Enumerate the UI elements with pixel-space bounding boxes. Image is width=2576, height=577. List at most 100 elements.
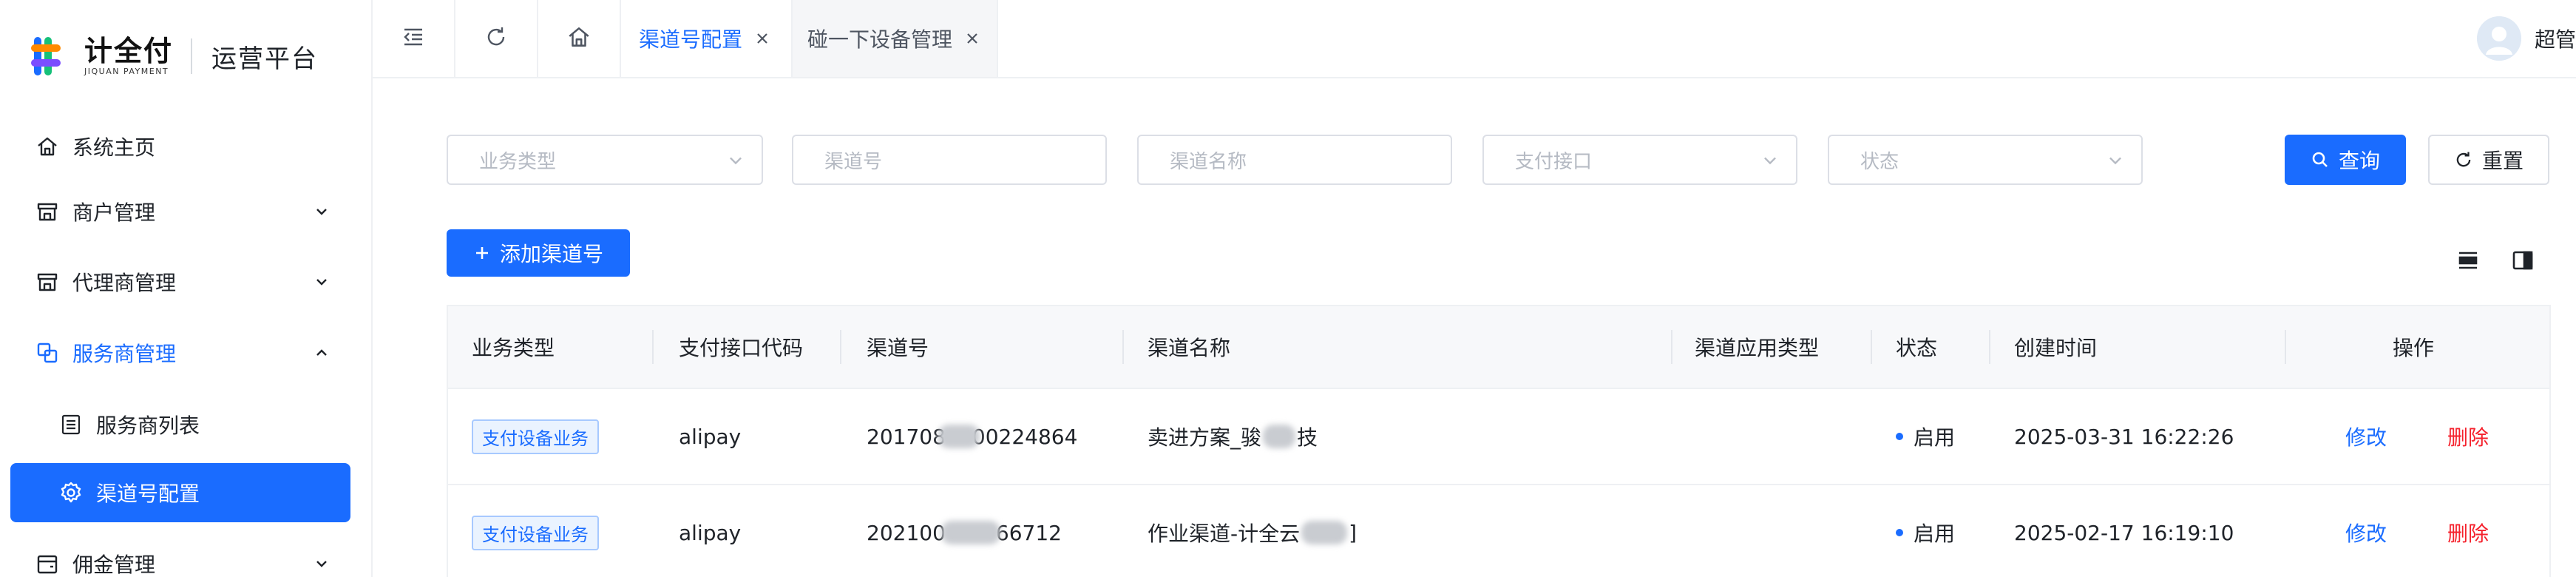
density-icon[interactable] bbox=[2453, 246, 2483, 275]
brand-name-en: JIQUAN PAYMENT bbox=[84, 67, 169, 76]
column-header: 业务类型 bbox=[472, 336, 555, 360]
tab-bar: 渠道号配置 碰一下设备管理 超管 bbox=[373, 0, 2576, 78]
select-placeholder: 支付接口 bbox=[1515, 150, 1593, 173]
search-button[interactable]: 查询 bbox=[2285, 135, 2406, 185]
logo[interactable]: 计全付 JIQUAN PAYMENT 运营平台 bbox=[30, 30, 318, 83]
sidebar-item-service-provider[interactable]: 服务商管理 bbox=[10, 323, 350, 382]
gear-icon bbox=[56, 478, 86, 507]
user-menu[interactable]: 超管 bbox=[2476, 0, 2576, 77]
sidebar-item-provider-list[interactable]: 服务商列表 bbox=[10, 395, 350, 454]
tab-label: 渠道号配置 bbox=[639, 27, 743, 52]
column-divider bbox=[2285, 330, 2286, 364]
sidebar-item-label: 服务商管理 bbox=[72, 342, 177, 366]
edit-link[interactable]: 修改 bbox=[2345, 485, 2387, 577]
sidebar-item-label: 服务商列表 bbox=[96, 414, 200, 438]
sidebar-item-label: 系统主页 bbox=[72, 135, 156, 160]
column-divider bbox=[652, 330, 654, 364]
redacted-text bbox=[940, 521, 1000, 544]
layers-icon bbox=[33, 338, 62, 368]
sidebar-item-commission[interactable]: 佣金管理 bbox=[10, 534, 350, 577]
business-type-tag: 支付设备业务 bbox=[472, 419, 599, 454]
refresh-button[interactable] bbox=[455, 0, 538, 77]
tab-device-management[interactable]: 碰一下设备管理 bbox=[791, 0, 999, 77]
status-select[interactable]: 状态 bbox=[1828, 135, 2143, 185]
sidebar-item-label: 渠道号配置 bbox=[96, 482, 200, 506]
table-row: 支付设备业务 alipay 202100 66712 作业渠道-计全云 ] 启用… bbox=[448, 485, 2549, 577]
edit-link[interactable]: 修改 bbox=[2345, 389, 2387, 484]
column-divider bbox=[1671, 330, 1672, 364]
column-settings-icon[interactable] bbox=[2508, 246, 2538, 275]
channel-table: 业务类型 支付接口代码 渠道号 渠道名称 渠道应用类型 状态 创建时间 操作 支… bbox=[447, 305, 2551, 577]
channel-name-input[interactable]: 渠道名称 bbox=[1137, 135, 1452, 185]
add-channel-label: 添加渠道号 bbox=[499, 242, 603, 266]
redacted-text bbox=[1263, 425, 1296, 448]
store-icon bbox=[33, 267, 62, 297]
status-dot bbox=[1896, 529, 1903, 536]
reset-button-label: 重置 bbox=[2481, 149, 2524, 173]
home-icon bbox=[33, 132, 62, 161]
sidebar: 计全付 JIQUAN PAYMENT 运营平台 系统主页 商户管理 代理商管理 bbox=[0, 0, 373, 577]
channel-name-cell: 作业渠道-计全云 ] bbox=[1148, 485, 1357, 577]
select-placeholder: 业务类型 bbox=[479, 150, 557, 173]
sidebar-item-agent[interactable]: 代理商管理 bbox=[10, 252, 350, 311]
sidebar-item-label: 商户管理 bbox=[72, 200, 156, 225]
sidebar-item-channel-config[interactable]: 渠道号配置 bbox=[10, 463, 350, 522]
user-name: 超管 bbox=[2534, 27, 2576, 52]
home-tab-button[interactable] bbox=[538, 0, 621, 77]
jiquan-logo-icon bbox=[30, 33, 77, 80]
column-header: 创建时间 bbox=[2014, 336, 2098, 360]
channel-name-prefix: 作业渠道-计全云 bbox=[1148, 522, 1301, 546]
status-text: 启用 bbox=[1914, 522, 1956, 546]
home-icon bbox=[566, 24, 592, 53]
sidebar-item-home[interactable]: 系统主页 bbox=[10, 117, 350, 176]
column-header: 状态 bbox=[1896, 336, 1938, 360]
tab-channel-config[interactable]: 渠道号配置 bbox=[624, 0, 787, 77]
interface-code-cell: alipay bbox=[679, 424, 742, 449]
channel-name-suffix: ] bbox=[1349, 520, 1358, 545]
wallet-icon bbox=[33, 549, 62, 577]
column-divider bbox=[1871, 330, 1872, 364]
reset-button[interactable]: 重置 bbox=[2428, 135, 2549, 185]
chevron-down-icon bbox=[311, 271, 333, 293]
business-type-select[interactable]: 业务类型 bbox=[447, 135, 763, 185]
column-divider bbox=[840, 330, 841, 364]
created-at-cell: 2025-02-17 16:19:10 bbox=[2014, 520, 2234, 545]
store-icon bbox=[33, 197, 62, 226]
channel-no-input[interactable]: 渠道号 bbox=[792, 135, 1107, 185]
column-header: 操作 bbox=[2393, 336, 2435, 360]
channel-no-suffix: 66712 bbox=[995, 520, 1062, 545]
tab-label: 碰一下设备管理 bbox=[807, 27, 953, 52]
column-header: 渠道名称 bbox=[1148, 336, 1231, 360]
close-icon[interactable] bbox=[753, 29, 772, 48]
redacted-text bbox=[1301, 521, 1348, 544]
interface-code-cell: alipay bbox=[679, 520, 742, 545]
channel-name-cell: 卖进方案_骏 技 bbox=[1148, 389, 1318, 484]
channel-no-prefix: 201708 bbox=[867, 424, 946, 449]
status-cell: 启用 bbox=[1896, 389, 1955, 484]
status-text: 启用 bbox=[1914, 425, 1956, 450]
indent-icon bbox=[401, 25, 425, 52]
column-divider bbox=[1122, 330, 1124, 364]
channel-no-suffix: 00224864 bbox=[972, 424, 1078, 449]
collapse-menu-button[interactable] bbox=[373, 0, 455, 77]
refresh-icon bbox=[484, 25, 508, 52]
chevron-down-icon bbox=[1760, 151, 1780, 170]
status-cell: 启用 bbox=[1896, 485, 1955, 577]
channel-no-cell: 202100 66712 bbox=[867, 485, 1062, 577]
delete-link[interactable]: 删除 bbox=[2447, 485, 2489, 577]
pay-interface-select[interactable]: 支付接口 bbox=[1482, 135, 1797, 185]
refresh-icon bbox=[2454, 150, 2473, 169]
chevron-down-icon bbox=[2106, 151, 2125, 170]
delete-link[interactable]: 删除 bbox=[2447, 389, 2489, 484]
column-header: 支付接口代码 bbox=[679, 336, 804, 360]
search-icon bbox=[2311, 150, 2330, 169]
close-icon[interactable] bbox=[963, 29, 982, 48]
logo-divider bbox=[191, 38, 193, 74]
sidebar-item-merchant[interactable]: 商户管理 bbox=[10, 182, 350, 241]
add-channel-button[interactable]: 添加渠道号 bbox=[447, 229, 630, 277]
channel-name-suffix: 技 bbox=[1297, 425, 1318, 450]
platform-name: 运营平台 bbox=[211, 44, 319, 74]
list-icon bbox=[56, 410, 86, 439]
channel-no-prefix: 202100 bbox=[867, 520, 946, 545]
input-placeholder: 渠道名称 bbox=[1170, 150, 1247, 173]
